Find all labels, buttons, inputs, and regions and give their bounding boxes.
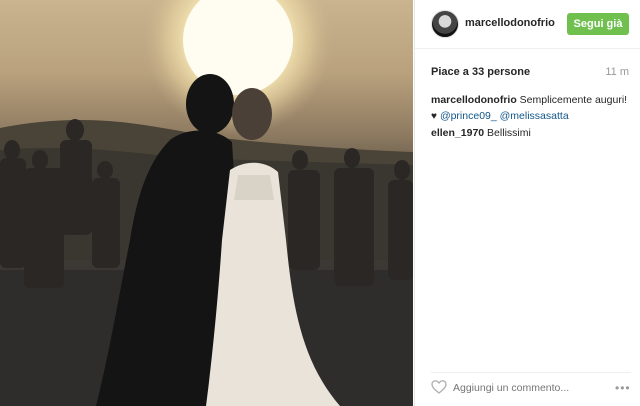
wedding-photo-illustration <box>0 0 413 406</box>
comment-username[interactable]: ellen_1970 <box>431 127 484 139</box>
avatar[interactable] <box>431 10 459 38</box>
comment-input[interactable] <box>453 380 603 396</box>
more-options-icon[interactable]: ••• <box>615 381 631 395</box>
post-photo <box>0 0 413 406</box>
caption-line: marcellodonofrio Semplicemente auguri! <box>431 92 635 108</box>
comment-item: ellen_1970 Bellissimi <box>431 125 635 141</box>
caption: marcellodonofrio Semplicemente auguri! ♥… <box>431 92 635 141</box>
divider <box>431 372 631 373</box>
post-header: marcellodonofrio Segui già <box>415 0 640 49</box>
comment-text: Bellissimi <box>484 127 531 139</box>
post-time: 11 m <box>605 66 629 78</box>
likes-count[interactable]: Piace a 33 persone <box>431 66 530 78</box>
post-side-panel: marcellodonofrio Segui già Piace a 33 pe… <box>414 0 640 406</box>
mention-link[interactable]: @melissasatta <box>500 110 569 122</box>
post-username[interactable]: marcellodonofrio <box>465 17 555 29</box>
follow-button[interactable]: Segui già <box>567 13 629 35</box>
caption-username[interactable]: marcellodonofrio <box>431 94 517 106</box>
mention-link[interactable]: @prince09_ <box>440 110 497 122</box>
black-heart-icon: ♥ <box>431 111 437 122</box>
heart-icon[interactable] <box>431 379 447 395</box>
caption-mentions-line: ♥ @prince09_ @melissasatta <box>431 108 635 125</box>
caption-text: Semplicemente auguri! <box>516 94 628 106</box>
